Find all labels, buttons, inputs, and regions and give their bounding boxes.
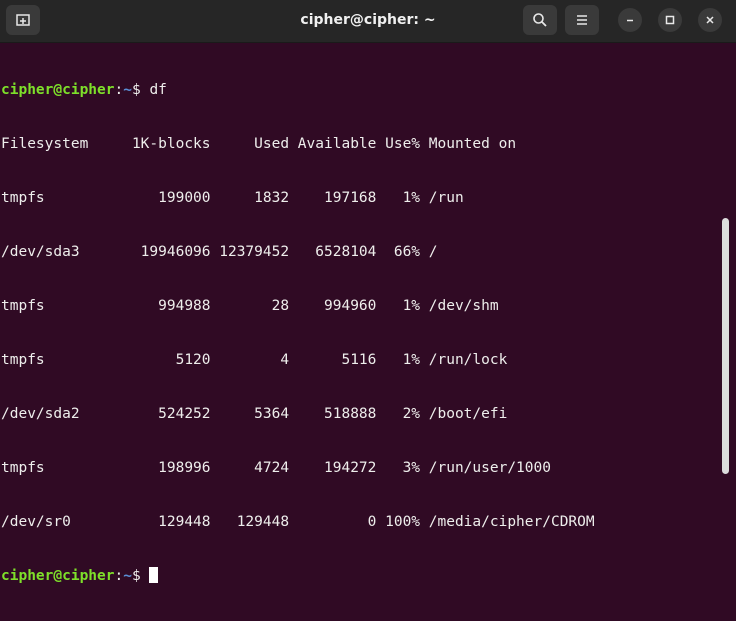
prompt-user: cipher@cipher	[1, 568, 115, 584]
terminal-window: cipher@cipher: ~ cipher@cipher:~$ df Fil…	[0, 0, 736, 584]
prompt-symbol: $	[131, 82, 150, 98]
output-header-line: Filesystem 1K-blocks Used Available Use%…	[1, 136, 517, 152]
menu-button[interactable]	[565, 5, 599, 35]
current-prompt-line: cipher@cipher:~$	[1, 567, 720, 585]
output-line: /dev/sda3 19946096 12379452 6528104 66% …	[1, 244, 438, 260]
output-line: /dev/sda2 524252 5364 518888 2% /boot/ef…	[1, 406, 508, 422]
prompt-separator: :	[114, 82, 124, 98]
prompt-user: cipher@cipher	[1, 82, 115, 98]
minimize-button[interactable]	[618, 8, 642, 32]
prompt-path: ~	[123, 568, 132, 584]
output-line: tmpfs 198996 4724 194272 3% /run/user/10…	[1, 460, 551, 476]
search-button[interactable]	[523, 5, 557, 35]
output-line: tmpfs 994988 28 994960 1% /dev/shm	[1, 298, 499, 314]
close-button[interactable]	[698, 8, 722, 32]
text-cursor	[149, 567, 159, 583]
minimize-icon	[627, 19, 633, 22]
title-bar[interactable]: cipher@cipher: ~	[0, 0, 736, 43]
output-line: /dev/sr0 129448 129448 0 100% /media/cip…	[1, 514, 595, 530]
maximize-icon	[665, 15, 675, 25]
output-line: tmpfs 5120 4 5116 1% /run/lock	[1, 352, 508, 368]
prompt-separator: :	[114, 568, 124, 584]
command-text: df	[149, 82, 167, 98]
vertical-scrollbar[interactable]	[722, 218, 729, 474]
search-icon	[533, 13, 547, 27]
maximize-button[interactable]	[658, 8, 682, 32]
output-line: tmpfs 199000 1832 197168 1% /run	[1, 190, 464, 206]
prompt-path: ~	[123, 82, 132, 98]
command-line: cipher@cipher:~$ df	[1, 81, 720, 99]
prompt-symbol: $	[131, 568, 150, 584]
close-icon	[706, 16, 714, 24]
terminal-output[interactable]: cipher@cipher:~$ df Filesystem 1K-blocks…	[0, 43, 720, 584]
hamburger-menu-icon	[577, 15, 587, 25]
